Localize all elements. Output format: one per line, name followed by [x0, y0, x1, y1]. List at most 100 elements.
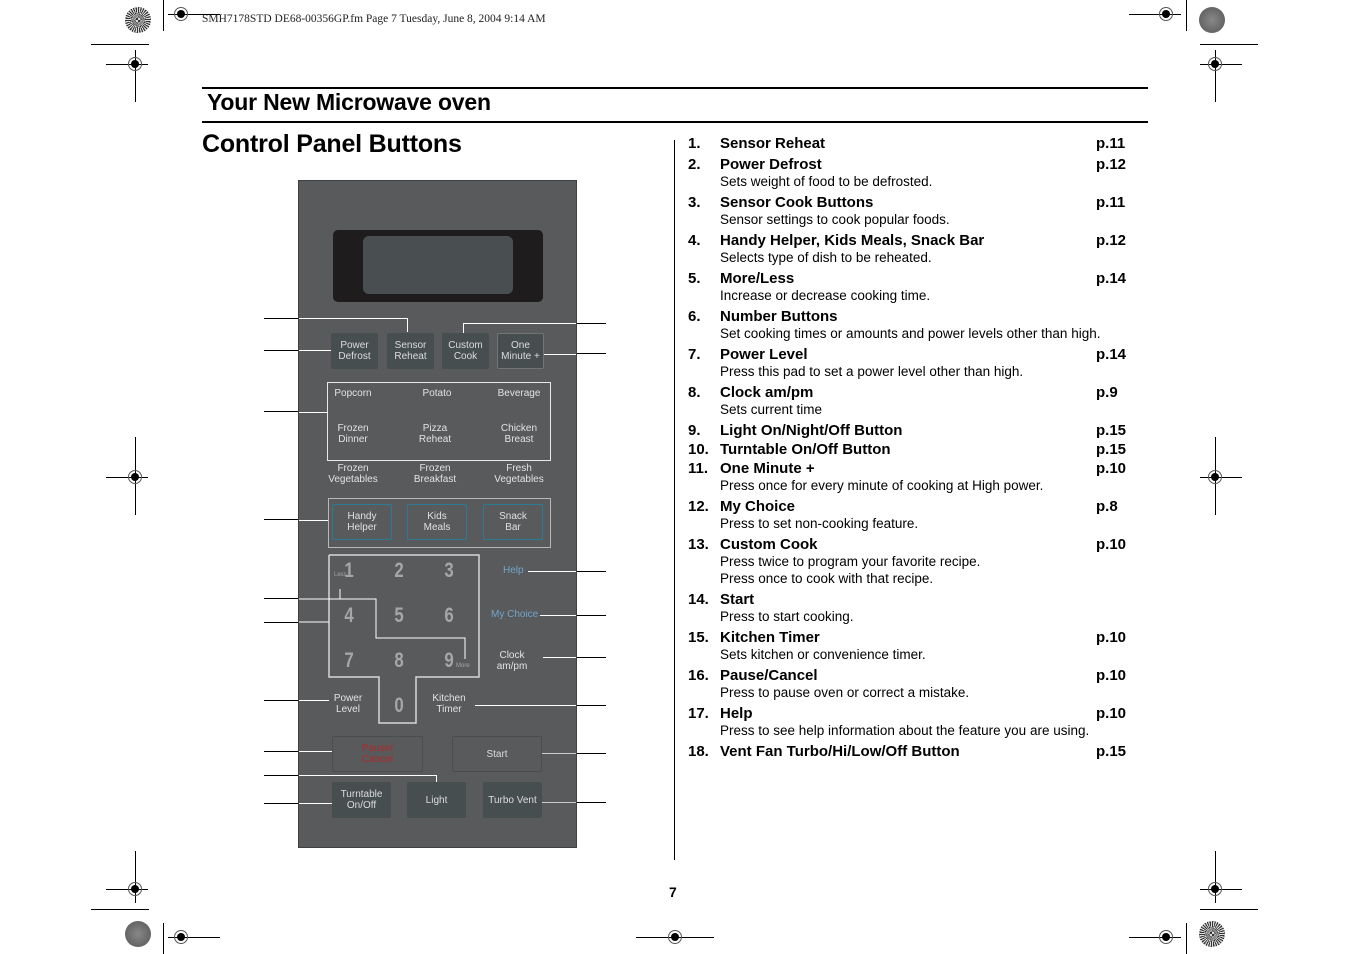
- item-number: 11.: [688, 460, 709, 477]
- item-number: 7.: [688, 346, 701, 363]
- item-description: Press twice to program your favorite rec…: [720, 554, 981, 569]
- digit-6-button[interactable]: 6: [441, 604, 457, 628]
- item-title: Turntable On/Off Button: [720, 441, 891, 458]
- list-item: 8. Clock am/pm p.9 Sets current time: [688, 384, 1130, 418]
- handy-helper-button[interactable]: Handy Helper: [332, 504, 392, 540]
- light-button[interactable]: Light: [407, 782, 466, 818]
- frozen-vegetables-button[interactable]: Frozen Vegetables: [325, 463, 381, 485]
- help-button[interactable]: Help: [503, 565, 524, 576]
- registration-sunburst-icon: [125, 7, 151, 33]
- callout-line: [264, 411, 298, 412]
- digit-2-button[interactable]: 2: [391, 559, 407, 583]
- registration-sunburst-icon: [125, 921, 151, 947]
- item-title: Sensor Cook Buttons: [720, 194, 874, 211]
- snack-bar-button[interactable]: Snack Bar: [483, 504, 543, 540]
- callout-line: [576, 705, 606, 706]
- file-header-meta: SMH7178STD DE68-00356GP.fm Page 7 Tuesda…: [202, 13, 546, 25]
- item-number: 6.: [688, 308, 701, 325]
- item-title: Power Level: [720, 346, 808, 363]
- page-title: Control Panel Buttons: [202, 130, 462, 158]
- list-item: 3. Sensor Cook Buttons p.11 Sensor settings…: [688, 194, 1130, 228]
- pause-cancel-button[interactable]: Pause/ Cancel: [332, 736, 423, 772]
- item-page-ref: p.14: [1096, 270, 1127, 287]
- item-title: Handy Helper, Kids Meals, Snack Bar: [720, 232, 985, 249]
- digit-1-button[interactable]: 1: [341, 559, 357, 583]
- item-title: Kitchen Timer: [720, 629, 820, 646]
- callout-line: [264, 700, 298, 701]
- digit-5-button[interactable]: 5: [391, 604, 407, 628]
- item-number: 12.: [688, 498, 709, 515]
- item-description: Press once for every minute of cooking a…: [720, 478, 1044, 493]
- item-description: Press once to cook with that recipe.: [720, 571, 934, 586]
- item-page-ref: p.10: [1096, 460, 1127, 477]
- column-divider: [674, 140, 675, 860]
- potato-button[interactable]: Potato: [413, 388, 461, 399]
- frozen-dinner-button[interactable]: Frozen Dinner: [329, 423, 377, 445]
- power-level-button[interactable]: Power Level: [331, 693, 365, 715]
- display-screen: [333, 230, 543, 302]
- list-item: 13. Custom Cook p.10 Press twice to program…: [688, 536, 1130, 587]
- callout-line: [264, 598, 298, 599]
- digit-9-button[interactable]: 9: [441, 649, 457, 673]
- list-item-heading: 15. Kitchen Timer p.10: [688, 629, 1130, 646]
- item-title: Custom Cook: [720, 536, 818, 553]
- callout-line: [576, 323, 606, 324]
- callout-line: [264, 803, 298, 804]
- chicken-breast-button[interactable]: Chicken Breast: [495, 423, 543, 445]
- item-page-ref: p.10: [1096, 667, 1127, 684]
- list-item-heading: 12. My Choice p.8: [688, 498, 1130, 515]
- list-item: 17. Help p.10 Press to see help information…: [688, 705, 1130, 739]
- list-item-heading: 17. Help p.10: [688, 705, 1130, 722]
- callout-line: [264, 318, 298, 319]
- list-item-heading: 7. Power Level p.14: [688, 346, 1130, 363]
- beverage-button[interactable]: Beverage: [495, 388, 543, 399]
- item-title: Start: [720, 591, 755, 608]
- sensor-reheat-button[interactable]: Sensor Reheat: [387, 333, 434, 369]
- list-item: 12. My Choice p.8 Press to set non-cooking …: [688, 498, 1130, 532]
- item-description: Press to set non-cooking feature.: [720, 516, 919, 531]
- list-item: 1. Sensor Reheat p.11: [688, 135, 1130, 152]
- item-description: Press to see help information about the …: [720, 723, 1090, 738]
- callout-line: [576, 802, 606, 803]
- digit-3-button[interactable]: 3: [441, 559, 457, 583]
- list-item: 2. Power Defrost p.12 Sets weight of food t…: [688, 156, 1130, 190]
- popcorn-button[interactable]: Popcorn: [329, 388, 377, 399]
- item-number: 1.: [688, 135, 701, 152]
- item-page-ref: p.8: [1096, 498, 1118, 515]
- list-item: 11. One Minute + p.10 Press once for every …: [688, 460, 1130, 494]
- list-item: 14. Start Press to start cooking.: [688, 591, 1130, 625]
- item-description: Press to pause oven or correct a mistake…: [720, 685, 970, 700]
- clock-ampm-button[interactable]: Clock am/pm: [495, 650, 529, 672]
- item-title: Light On/Night/Off Button: [720, 422, 903, 439]
- digit-7-button[interactable]: 7: [341, 649, 357, 673]
- callout-line: [576, 353, 606, 354]
- frozen-breakfast-button[interactable]: Frozen Breakfast: [407, 463, 463, 485]
- list-item: 7. Power Level p.14 Press this pad to set a…: [688, 346, 1130, 380]
- my-choice-button[interactable]: My Choice: [491, 609, 538, 620]
- digit-0-button[interactable]: 0: [391, 694, 407, 718]
- turbo-vent-button[interactable]: Turbo Vent: [483, 782, 542, 818]
- digit-8-button[interactable]: 8: [391, 649, 407, 673]
- list-item-heading: 2. Power Defrost p.12: [688, 156, 1130, 173]
- item-page-ref: p.14: [1096, 346, 1127, 363]
- item-description: Selects type of dish to be reheated.: [720, 250, 932, 265]
- digit-4-button[interactable]: 4: [341, 604, 357, 628]
- item-page-ref: p.10: [1096, 536, 1127, 553]
- one-minute-plus-button[interactable]: One Minute +: [497, 333, 544, 369]
- item-title: One Minute +: [720, 460, 815, 477]
- kitchen-timer-button[interactable]: Kitchen Timer: [431, 693, 467, 715]
- list-item: 10. Turntable On/Off Button p.15: [688, 441, 1130, 458]
- callout-line: [264, 751, 298, 752]
- item-title: Power Defrost: [720, 156, 822, 173]
- item-page-ref: p.11: [1096, 194, 1126, 211]
- turntable-onoff-button[interactable]: Turntable On/Off: [332, 782, 391, 818]
- power-defrost-button[interactable]: Power Defrost: [331, 333, 378, 369]
- crop-mark: [1186, 923, 1187, 954]
- fresh-vegetables-button[interactable]: Fresh Vegetables: [491, 463, 547, 485]
- item-description: Sensor settings to cook popular foods.: [720, 212, 950, 227]
- pizza-reheat-button[interactable]: Pizza Reheat: [411, 423, 459, 445]
- start-button[interactable]: Start: [452, 736, 542, 772]
- custom-cook-button[interactable]: Custom Cook: [442, 333, 489, 369]
- kids-meals-button[interactable]: Kids Meals: [407, 504, 467, 540]
- crop-mark: [163, 0, 164, 31]
